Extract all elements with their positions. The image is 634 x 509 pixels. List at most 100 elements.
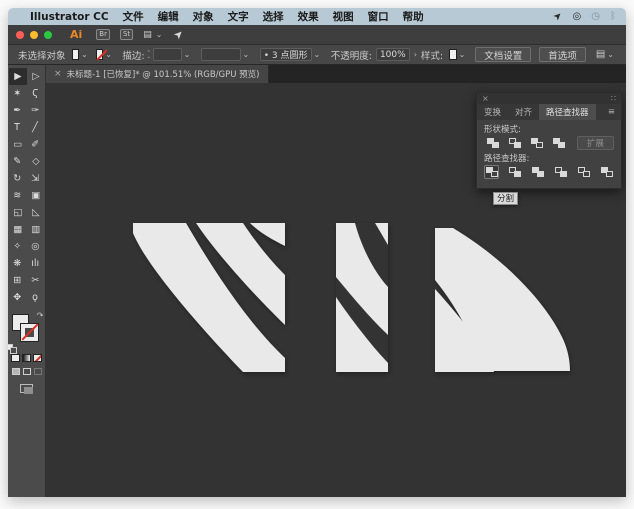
draw-inside-icon[interactable] (34, 368, 42, 375)
clock-icon[interactable]: ◷ (591, 11, 600, 22)
unite-icon[interactable] (484, 136, 502, 150)
document-tab[interactable]: × 未标题-1 [已恢复]* @ 101.51% (RGB/GPU 预览) (46, 65, 269, 83)
menu-file[interactable]: 文件 (123, 9, 144, 24)
close-tab-icon[interactable]: × (54, 69, 62, 79)
stroke-weight-caret-icon[interactable]: ⌄ (184, 50, 191, 59)
bridge-button[interactable]: Br (96, 29, 110, 40)
magic-wand-tool[interactable]: ✶ (9, 85, 27, 102)
brush-caret-icon[interactable]: ⌄ (314, 50, 321, 59)
curvature-tool[interactable]: ✑ (27, 102, 45, 119)
opacity-more-icon[interactable]: › (414, 50, 417, 59)
zoom-window-button[interactable] (44, 31, 52, 39)
screen-mode-icon[interactable] (20, 384, 33, 393)
panel-header: × ∷ (477, 93, 621, 104)
panel-options-icon[interactable]: ▤ (596, 49, 605, 60)
exclude-icon[interactable] (550, 136, 568, 150)
stock-button[interactable]: St (120, 29, 133, 40)
stroke-color-swatch[interactable] (96, 49, 103, 60)
tab-align[interactable]: 对齐 (508, 104, 539, 120)
graph-tool[interactable]: ılı (27, 255, 45, 272)
panel-drag-icon[interactable]: ∷ (611, 94, 616, 103)
app-menu-title[interactable]: Illustrator CC (30, 11, 109, 23)
brush-dropdown[interactable]: • 3 点圆形 (260, 48, 312, 61)
selection-tool[interactable]: ▶ (9, 68, 27, 85)
free-transform-tool[interactable]: ▣ (27, 187, 45, 204)
stroke-weight-input[interactable] (153, 48, 182, 61)
rectangle-tool[interactable]: ▭ (9, 136, 27, 153)
color-type-row (8, 354, 45, 362)
zoom-tool[interactable]: ϙ (27, 289, 45, 306)
mesh-tool[interactable]: ▦ (9, 221, 27, 238)
fill-caret-icon[interactable]: ⌄ (81, 50, 88, 59)
symbol-sprayer-tool[interactable]: ❋ (9, 255, 27, 272)
style-caret-icon[interactable]: ⌄ (459, 50, 466, 59)
width-profile-dropdown[interactable] (201, 48, 241, 61)
menu-object[interactable]: 对象 (193, 9, 214, 24)
panel-options-caret-icon[interactable]: ⌄ (607, 50, 614, 59)
menu-help[interactable]: 帮助 (403, 9, 424, 24)
share-icon[interactable]: ➤ (171, 27, 187, 43)
merge-icon[interactable] (530, 165, 545, 179)
eyedropper-tool[interactable]: ✧ (9, 238, 27, 255)
draw-normal-icon[interactable] (12, 368, 20, 375)
width-tool[interactable]: ≋ (9, 187, 27, 204)
pen-tool[interactable]: ✒ (9, 102, 27, 119)
color-button[interactable] (11, 354, 20, 362)
document-setup-button[interactable]: 文档设置 (475, 47, 531, 62)
trim-icon[interactable] (507, 165, 522, 179)
rotate-tool[interactable]: ↻ (9, 170, 27, 187)
outline-icon[interactable] (576, 165, 591, 179)
pencil-tool[interactable]: ✎ (9, 153, 27, 170)
menu-edit[interactable]: 编辑 (158, 9, 179, 24)
none-button[interactable] (33, 354, 42, 362)
bluetooth-icon[interactable]: ᛒ (610, 11, 616, 22)
type-tool[interactable]: T (9, 119, 27, 136)
shaper-tool[interactable]: ◇ (27, 153, 45, 170)
tab-pathfinder[interactable]: 路径查找器 (539, 104, 596, 120)
blend-tool[interactable]: ◎ (27, 238, 45, 255)
draw-behind-icon[interactable] (23, 368, 31, 375)
swap-fill-stroke-icon[interactable]: ↷ (37, 311, 44, 320)
menu-select[interactable]: 选择 (263, 9, 284, 24)
preferences-button[interactable]: 首选项 (539, 47, 586, 62)
close-window-button[interactable] (16, 31, 24, 39)
send-icon[interactable]: ➤ (551, 10, 565, 24)
stroke-weight-stepper[interactable]: ⌃⌄ (147, 51, 151, 59)
perspective-grid-tool[interactable]: ◺ (27, 204, 45, 221)
minimize-window-button[interactable] (30, 31, 38, 39)
line-segment-tool[interactable]: ╱ (27, 119, 45, 136)
workspace-switcher-icon[interactable]: ▤ (143, 30, 153, 40)
paintbrush-tool[interactable]: ✐ (27, 136, 45, 153)
tab-transform[interactable]: 变换 (477, 104, 508, 120)
divide-icon[interactable] (484, 165, 499, 179)
menu-view[interactable]: 视图 (333, 9, 354, 24)
swirl-icon[interactable]: ◎ (573, 11, 582, 22)
menu-effect[interactable]: 效果 (298, 9, 319, 24)
artboard-tool[interactable]: ⊞ (9, 272, 27, 289)
macos-menu-bar: Illustrator CC 文件 编辑 对象 文字 选择 效果 视图 窗口 帮… (8, 8, 626, 25)
style-swatch[interactable] (449, 49, 456, 60)
panel-menu-icon[interactable]: ≡ (602, 104, 621, 120)
direct-selection-tool[interactable]: ▷ (27, 68, 45, 85)
lasso-tool[interactable]: Ϛ (27, 85, 45, 102)
minus-front-icon[interactable] (506, 136, 524, 150)
workspace-caret-icon[interactable]: ⌄ (156, 30, 163, 39)
crop-icon[interactable] (553, 165, 568, 179)
scale-tool[interactable]: ⇲ (27, 170, 45, 187)
gradient-button[interactable] (22, 354, 31, 362)
shape-builder-tool[interactable]: ◱ (9, 204, 27, 221)
fill-color-swatch[interactable] (72, 49, 79, 60)
hand-tool[interactable]: ✥ (9, 289, 27, 306)
expand-button[interactable]: 扩展 (577, 136, 614, 150)
minus-back-icon[interactable] (599, 165, 614, 179)
default-fill-stroke-icon[interactable] (8, 344, 13, 350)
stroke-indicator[interactable] (21, 324, 38, 341)
width-profile-caret-icon[interactable]: ⌄ (243, 50, 250, 59)
slice-tool[interactable]: ✂ (27, 272, 45, 289)
intersect-icon[interactable] (528, 136, 546, 150)
gradient-tool[interactable]: ▥ (27, 221, 45, 238)
menu-window[interactable]: 窗口 (368, 9, 389, 24)
menu-type[interactable]: 文字 (228, 9, 249, 24)
opacity-input[interactable]: 100% (376, 48, 410, 61)
panel-close-icon[interactable]: × (482, 94, 489, 103)
